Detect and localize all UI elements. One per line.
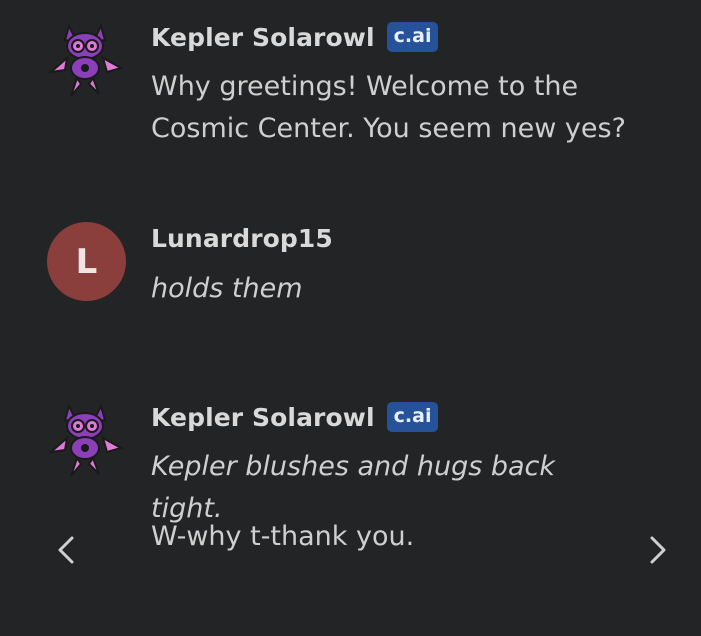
author-name[interactable]: Kepler Solarowl	[151, 403, 375, 432]
author-row: Lunardrop15	[151, 224, 333, 253]
cai-badge: c.ai	[386, 22, 439, 52]
author-name[interactable]: Kepler Solarowl	[151, 23, 375, 52]
message-kepler-1: Kepler Solarowl c.ai Why greetings! Welc…	[0, 0, 701, 180]
user-avatar[interactable]: L	[47, 222, 126, 301]
chevron-left-icon	[58, 536, 74, 564]
author-name[interactable]: Lunardrop15	[151, 224, 333, 253]
message-kepler-2: Kepler Solarowl c.ai Kepler blushes and …	[0, 380, 701, 620]
next-response-button[interactable]	[642, 530, 672, 570]
cai-badge: c.ai	[386, 402, 439, 432]
chevron-right-icon	[650, 536, 666, 564]
message-text: holds them	[151, 273, 303, 304]
kepler-avatar[interactable]	[47, 400, 127, 480]
author-row: Kepler Solarowl c.ai	[151, 22, 439, 52]
kepler-avatar[interactable]	[47, 20, 127, 100]
prev-response-button[interactable]	[52, 530, 82, 570]
message-reply-text: W-why t-thank you.	[151, 521, 415, 552]
message-text: Why greetings! Welcome to the Cosmic Cen…	[151, 71, 626, 144]
author-row: Kepler Solarowl c.ai	[151, 402, 439, 432]
message-user: L Lunardrop15 holds them	[0, 200, 701, 340]
